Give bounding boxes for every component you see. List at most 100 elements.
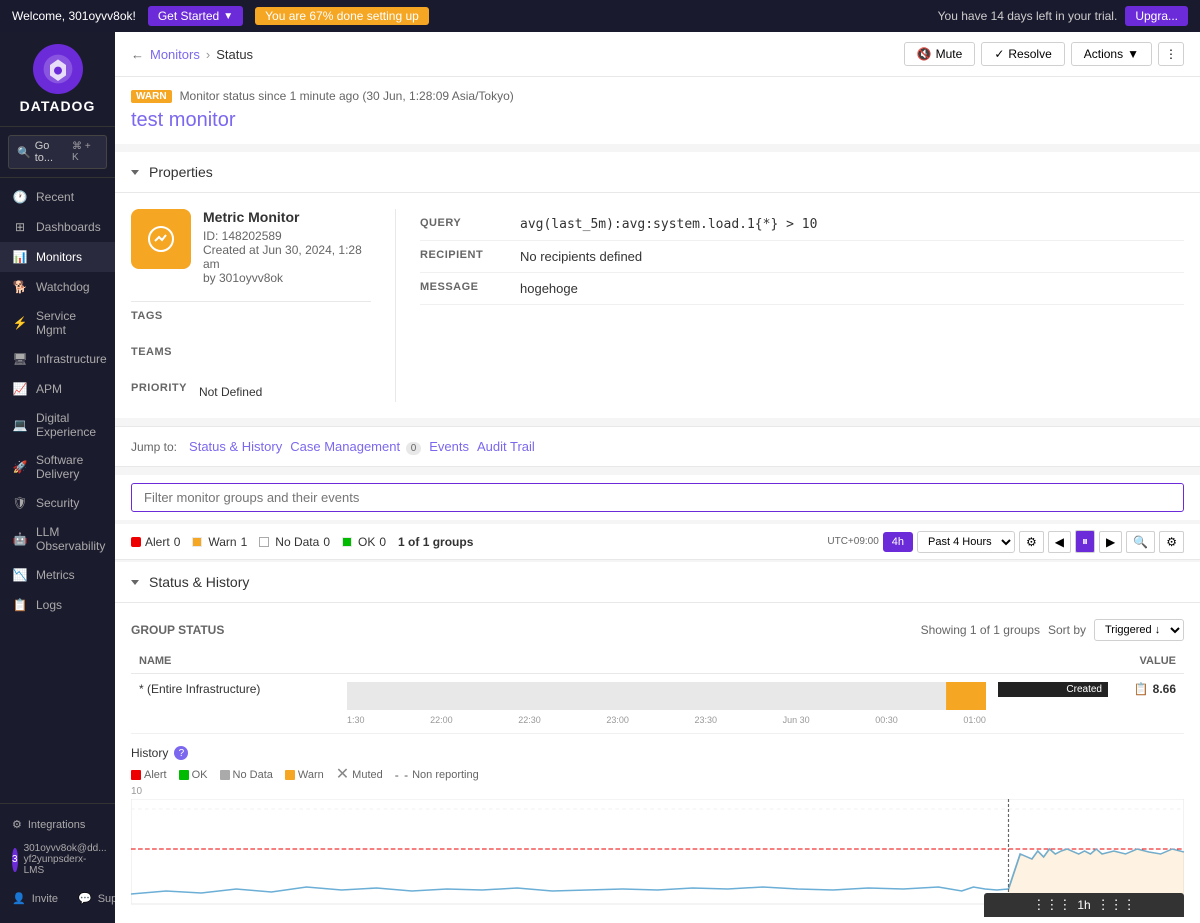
status-text: Monitor status since 1 minute ago (30 Ju… (180, 89, 514, 103)
group-status-title: GROUP STATUS (131, 623, 224, 637)
recipient-label: RECIPIENT (420, 249, 520, 264)
legend-warn: Warn (285, 768, 324, 782)
next-button[interactable]: ▶ (1099, 531, 1122, 553)
time-select[interactable]: Past 4 Hours (917, 531, 1015, 553)
sidebar-item-metrics[interactable]: 📉 Metrics (0, 560, 115, 590)
invite-link[interactable]: 👤 Invite (8, 886, 62, 911)
query-label: QUERY (420, 217, 520, 232)
sidebar-item-security[interactable]: 🛡 Security (0, 488, 115, 518)
service-icon: ⚡ (12, 315, 28, 331)
warn-status: Warn 1 (192, 535, 247, 549)
sidebar-item-watchdog[interactable]: 🐕 Watchdog (0, 272, 115, 302)
tags-label: TAGS (131, 310, 371, 322)
llm-icon: 🤖 (12, 531, 28, 547)
sidebar-item-label: Recent (36, 190, 74, 204)
progress-bar: You are 67% done setting up (255, 7, 429, 25)
teams-label: TEAMS (131, 346, 371, 358)
sidebar-item-llm-observability[interactable]: 🤖 LLM Observability (0, 518, 115, 560)
monitor-created: Created at Jun 30, 2024, 1:28 am (203, 243, 371, 271)
trial-text: You have 14 days left in your trial. (938, 9, 1118, 23)
legend-warn-dot (285, 770, 295, 780)
ok-label: OK (358, 535, 375, 549)
sidebar-item-label: Watchdog (36, 280, 90, 294)
support-icon: 💬 (78, 892, 92, 905)
sidebar-item-apm[interactable]: 📈 APM (0, 374, 115, 404)
col-name-header: NAME (139, 655, 1096, 667)
filter-input[interactable] (131, 483, 1184, 512)
sidebar-item-label: Metrics (36, 568, 75, 582)
digital-icon: 💻 (12, 417, 28, 433)
legend-alert-dot (131, 770, 141, 780)
jump-link-status-history[interactable]: Status & History (189, 439, 282, 454)
logo-icon (33, 44, 83, 94)
history-label: History (131, 746, 168, 760)
monitors-breadcrumb[interactable]: Monitors (150, 47, 200, 62)
user-profile[interactable]: 3 301oyvv8ok@dd... yf2yunpsderx-LMS (8, 837, 107, 882)
settings-icon-button[interactable]: ⚙ (1019, 531, 1044, 553)
group-timeline-chart: 1:3022:0022:3023:0023:30Jun 3000:3001:00 (347, 682, 986, 725)
properties-title: Properties (149, 164, 213, 180)
monitor-id: ID: 148202589 (203, 229, 371, 243)
upgrade-button[interactable]: Upgra... (1125, 6, 1188, 26)
logs-icon: 📋 (12, 597, 28, 613)
properties-section-header[interactable]: Properties (115, 152, 1200, 193)
pause-button[interactable]: ⏸ (1075, 530, 1095, 553)
sidebar-item-logs[interactable]: 📋 Logs (0, 590, 115, 620)
metrics-icon: 📉 (12, 567, 28, 583)
sidebar-item-label: Digital Experience (36, 411, 103, 439)
jump-link-case-mgmt[interactable]: Case Management 0 (290, 439, 421, 454)
shield-icon: 🛡 (12, 495, 28, 511)
prev-button[interactable]: ◀ (1048, 531, 1071, 553)
sidebar-item-label: Logs (36, 598, 62, 612)
properties-right: QUERY avg(last_5m):avg:system.load.1{*} … (395, 209, 1184, 402)
monitor-type-name: Metric Monitor (203, 209, 371, 225)
jump-link-audit-trail[interactable]: Audit Trail (477, 439, 535, 454)
sidebar-item-label: Dashboards (36, 220, 101, 234)
sidebar-item-label: Monitors (36, 250, 82, 264)
sidebar-item-monitors[interactable]: 📊 Monitors (0, 242, 115, 272)
collapse-status-history-icon (131, 580, 139, 585)
sort-select[interactable]: Triggered ↓ (1094, 619, 1184, 641)
mute-button[interactable]: 🔇 Mute (904, 42, 976, 66)
status-breadcrumb: Status (216, 47, 253, 62)
legend-nodata: No Data (220, 768, 273, 782)
support-link[interactable]: 💬 Support (74, 886, 115, 911)
sidebar-item-label: LLM Observability (36, 525, 105, 553)
legend-ok-dot (179, 770, 189, 780)
timezone: UTC+09:00 (827, 536, 878, 547)
get-started-button[interactable]: Get Started ▼ (148, 6, 243, 26)
group-status-header-row: GROUP STATUS Showing 1 of 1 groups Sort … (131, 619, 1184, 641)
query-value: avg(last_5m):avg:system.load.1{*} > 10 (520, 217, 1184, 232)
gear-button[interactable]: ⚙ (1159, 531, 1184, 553)
sidebar-item-dashboards[interactable]: ⊞ Dashboards (0, 212, 115, 242)
monitor-title: test monitor (131, 109, 1184, 132)
status-history-header[interactable]: Status & History (115, 562, 1200, 603)
more-button[interactable]: ⋮ (1158, 42, 1184, 66)
sidebar-item-label: APM (36, 382, 62, 396)
4h-button[interactable]: 4h (883, 532, 913, 552)
clock-icon: 🕐 (12, 189, 28, 205)
sidebar-item-label: Security (36, 496, 79, 510)
sidebar-item-service-mgmt[interactable]: ⚡ Service Mgmt (0, 302, 115, 344)
search-placeholder: Go to... (35, 140, 68, 164)
actions-button[interactable]: Actions ▼ (1071, 42, 1152, 66)
welcome-text: Welcome, 301oyvv8ok! (12, 9, 136, 23)
ok-status: OK 0 (342, 535, 386, 549)
legend-non-reporting: - - Non reporting (395, 768, 479, 782)
mute-icon: 🔇 (917, 47, 932, 61)
invite-label: Invite (32, 893, 58, 905)
zoom-button[interactable]: 🔍 (1126, 531, 1155, 553)
invite-icon: 👤 (12, 892, 26, 905)
integrations-link[interactable]: ⚙ Integrations (8, 812, 107, 837)
recipient-row: RECIPIENT No recipients defined (420, 241, 1184, 273)
sidebar-item-recent[interactable]: 🕐 Recent (0, 182, 115, 212)
search-box[interactable]: 🔍 Go to... ⌘ + K (8, 135, 107, 169)
sidebar-item-digital-experience[interactable]: 💻 Digital Experience (0, 404, 115, 446)
sidebar-item-software-delivery[interactable]: 🚀 Software Delivery (0, 446, 115, 488)
resolve-button[interactable]: ✓ Resolve (981, 42, 1064, 66)
jump-link-events[interactable]: Events (429, 439, 469, 454)
chevron-down-icon: ▼ (1127, 47, 1139, 61)
sidebar-item-infrastructure[interactable]: 🖥 Infrastructure (0, 344, 115, 374)
alert-label: Alert (145, 535, 170, 549)
non-reporting-dashes-icon: - - (395, 768, 409, 782)
